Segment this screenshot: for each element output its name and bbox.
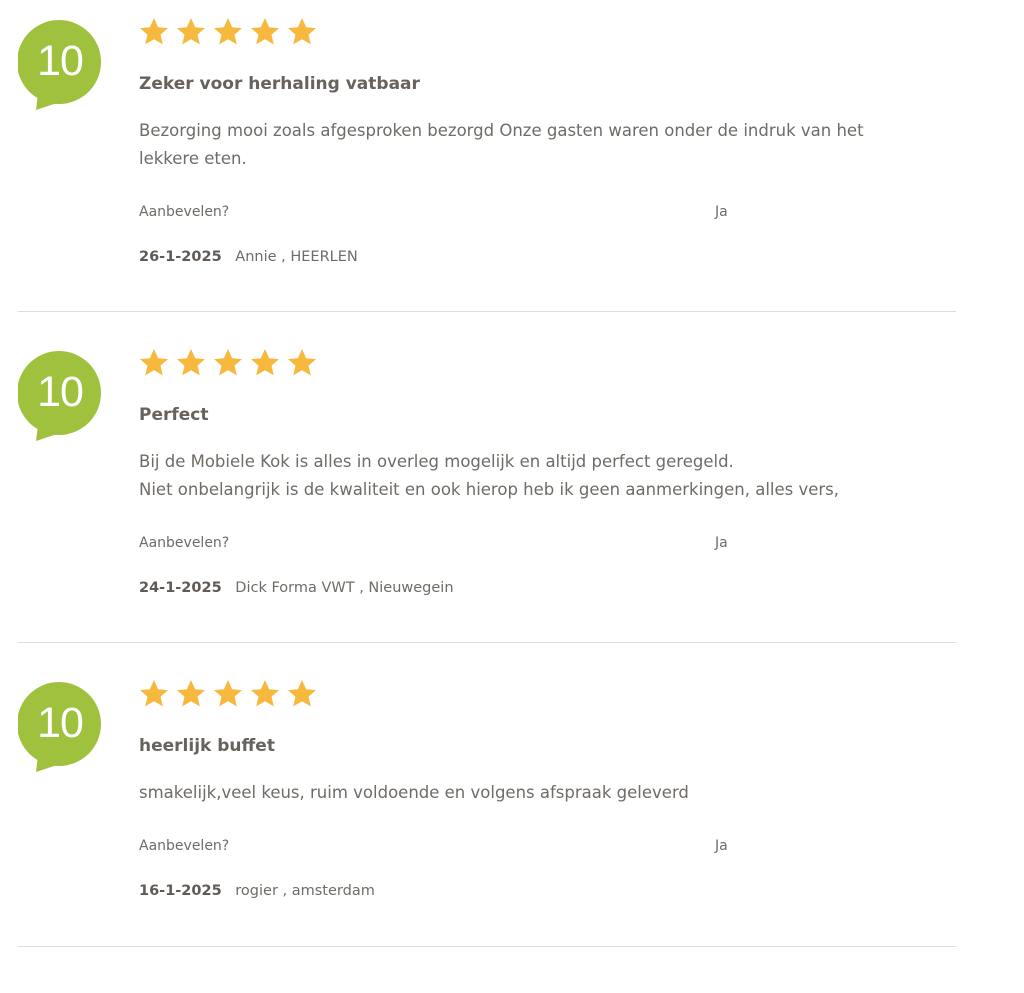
star-icon: [177, 18, 205, 45]
recommend-value: Ja: [715, 535, 728, 551]
star-icon: [288, 680, 316, 707]
star-icon: [251, 680, 279, 707]
review-body-line: Bezorging mooi zoals afgesproken bezorgd…: [139, 121, 864, 140]
star-icon: [177, 680, 205, 707]
review-date: 24-1-2025: [139, 580, 222, 596]
review-divider: [18, 311, 956, 312]
star-icon: [288, 18, 316, 45]
score-value: 10: [37, 37, 84, 85]
review-meta: 16-1-2025 rogier , amsterdam: [139, 881, 375, 901]
star-icon: [214, 349, 242, 376]
star-icon: [177, 349, 205, 376]
review-date: 26-1-2025: [139, 249, 222, 265]
review-body-line: Niet onbelangrijk is de kwaliteit en ook…: [139, 480, 840, 499]
star-icon: [140, 680, 168, 707]
review-item: 10 Perfect Bij de Mobiele Kok is alles i…: [0, 331, 1024, 662]
recommend-label: Aanbevelen?: [139, 838, 230, 854]
review-title: Perfect: [139, 405, 209, 425]
star-icon: [251, 18, 279, 45]
review-item: 10 Zeker voor herhaling vatbaar Bezorgin…: [0, 0, 1024, 331]
review-body-line: Bij de Mobiele Kok is alles in overleg m…: [139, 452, 734, 471]
review-body: Bezorging mooi zoals afgesproken bezorgd…: [139, 117, 954, 173]
star-rating: [138, 347, 318, 381]
review-item: 10 heerlijk buffet smakelijk,veel keus, …: [0, 662, 1024, 993]
review-body: smakelijk,veel keus, ruim voldoende en v…: [139, 779, 954, 807]
star-rating: [138, 678, 318, 712]
review-title: heerlijk buffet: [139, 736, 275, 756]
recommend-label: Aanbevelen?: [139, 204, 230, 220]
recommend-value: Ja: [715, 838, 728, 854]
review-meta: 26-1-2025 Annie , HEERLEN: [139, 247, 358, 267]
score-value: 10: [37, 699, 84, 747]
review-body: Bij de Mobiele Kok is alles in overleg m…: [139, 448, 954, 504]
review-author: rogier , amsterdam: [235, 883, 375, 899]
score-bubble: 10: [18, 682, 102, 776]
score-bubble: 10: [18, 20, 102, 114]
review-author: Annie , HEERLEN: [235, 249, 358, 265]
score-bubble: 10: [18, 351, 102, 445]
star-icon: [140, 349, 168, 376]
review-date: 16-1-2025: [139, 883, 222, 899]
score-value: 10: [37, 368, 84, 416]
review-body-line: lekkere eten.: [139, 149, 247, 168]
star-icon: [140, 18, 168, 45]
star-icon: [214, 18, 242, 45]
star-icon: [288, 349, 316, 376]
review-divider: [18, 946, 956, 947]
star-rating: [138, 16, 318, 50]
review-body-line: smakelijk,veel keus, ruim voldoende en v…: [139, 783, 689, 802]
recommend-value: Ja: [715, 204, 728, 220]
review-divider: [18, 642, 956, 643]
star-icon: [251, 349, 279, 376]
recommend-label: Aanbevelen?: [139, 535, 230, 551]
review-author: Dick Forma VWT , Nieuwegein: [235, 580, 454, 596]
star-icon: [214, 680, 242, 707]
review-title: Zeker voor herhaling vatbaar: [139, 74, 420, 94]
review-meta: 24-1-2025 Dick Forma VWT , Nieuwegein: [139, 578, 454, 598]
